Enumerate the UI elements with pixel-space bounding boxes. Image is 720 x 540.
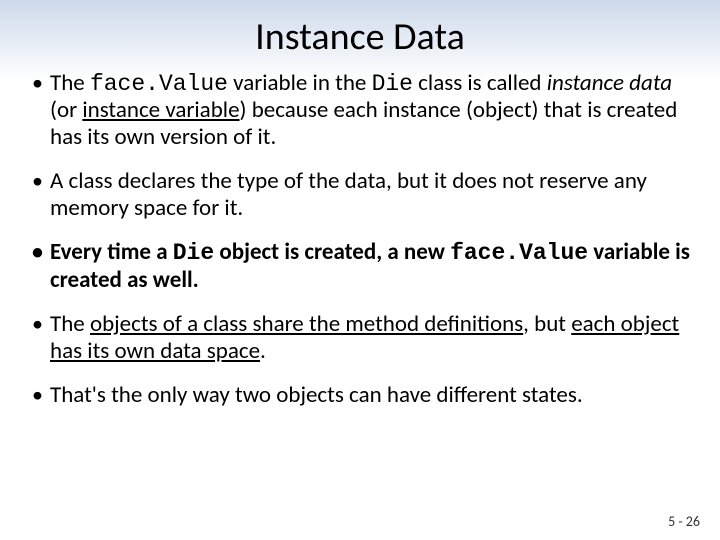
bullet-1: The face.Value variable in the Die class… (28, 70, 692, 150)
italic-instance-data: instance data (547, 69, 672, 97)
bullet-3: Every time a Die object is created, a ne… (28, 239, 692, 293)
bullet-4: The objects of a class share the method … (28, 311, 692, 364)
text: The (50, 69, 90, 97)
slide: Instance Data The face.Value variable in… (0, 0, 720, 540)
text: The (50, 310, 90, 338)
code-facevalue: face.Value (450, 240, 588, 266)
bullet-list: The face.Value variable in the Die class… (28, 70, 692, 408)
text: Every time a (50, 238, 173, 266)
underline-share-methods: objects of a class share the method defi… (90, 310, 523, 338)
bullet-5: That's the only way two objects can have… (28, 382, 692, 408)
code-die: Die (173, 240, 214, 266)
text: . (260, 337, 266, 365)
page-number: 5 - 26 (668, 513, 700, 530)
text: object is created, a new (214, 238, 450, 266)
code-facevalue: face.Value (90, 71, 228, 97)
slide-title: Instance Data (28, 14, 692, 60)
text: class is called (413, 69, 547, 97)
text: , but (523, 310, 571, 338)
underline-instance-variable: instance variable (82, 96, 239, 124)
bullet-2: A class declares the type of the data, b… (28, 168, 692, 221)
text: variable in the (228, 69, 372, 97)
text: (or (50, 96, 82, 124)
code-die: Die (372, 71, 413, 97)
